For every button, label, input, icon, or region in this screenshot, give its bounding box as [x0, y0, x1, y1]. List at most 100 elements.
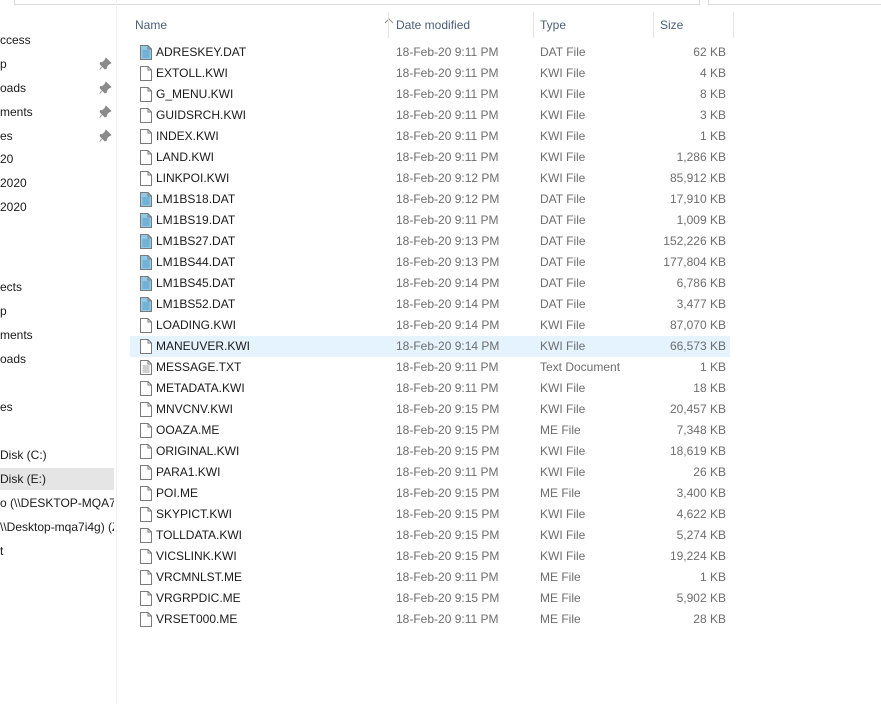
file-row[interactable]: LM1BS19.DAT 18-Feb-20 9:11 PM DAT File 1,00… — [130, 210, 730, 231]
nav-item-label: 20 — [0, 152, 14, 166]
file-row[interactable]: LAND.KWI 18-Feb-20 9:11 PM KWI File 1,286 K… — [130, 147, 730, 168]
column-type[interactable]: Type — [535, 12, 653, 38]
generic-file-icon — [140, 339, 152, 354]
column-size[interactable]: Size — [655, 12, 731, 38]
file-size: 7,348 KB — [676, 423, 726, 437]
file-row[interactable]: INDEX.KWI 18-Feb-20 9:11 PM KWI File 1 KB — [130, 126, 730, 147]
file-name: VRGRPDIC.ME — [156, 591, 241, 605]
file-name: LINKPOI.KWI — [156, 171, 230, 185]
file-type: ME File — [540, 423, 581, 437]
nav-item[interactable]: t — [0, 540, 114, 562]
nav-item[interactable]: oads — [0, 348, 114, 370]
file-name: INDEX.KWI — [156, 129, 219, 143]
file-row[interactable]: TOLLDATA.KWI 18-Feb-20 9:15 PM KWI File 5,2… — [130, 525, 730, 546]
nav-item-label: t — [0, 544, 4, 558]
file-row[interactable]: METADATA.KWI 18-Feb-20 9:11 PM KWI File 18 … — [130, 378, 730, 399]
dat-file-icon — [140, 255, 152, 270]
file-date-modified: 18-Feb-20 9:15 PM — [396, 591, 500, 605]
file-row[interactable]: PARA1.KWI 18-Feb-20 9:11 PM KWI File 26 KB — [130, 462, 730, 483]
file-row[interactable]: VRCMNLST.ME 18-Feb-20 9:11 PM ME File 1 KB — [130, 567, 730, 588]
column-divider[interactable] — [733, 12, 734, 38]
file-date-modified: 18-Feb-20 9:15 PM — [396, 549, 500, 563]
file-size: 3,477 KB — [676, 297, 726, 311]
file-type: KWI File — [540, 108, 586, 122]
generic-file-icon — [140, 570, 152, 585]
file-row[interactable]: ADRESKEY.DAT 18-Feb-20 9:11 PM DAT File 62 … — [130, 42, 730, 63]
nav-item[interactable]: p — [0, 300, 114, 322]
file-size: 4 KB — [699, 66, 726, 80]
file-row[interactable]: MNVCNV.KWI 18-Feb-20 9:15 PM KWI File 20,45… — [130, 399, 730, 420]
nav-item[interactable]: oads — [0, 77, 114, 99]
file-type: KWI File — [540, 66, 586, 80]
file-row[interactable]: VRGRPDIC.ME 18-Feb-20 9:15 PM ME File 5,902… — [130, 588, 730, 609]
file-size: 1 KB — [699, 360, 726, 374]
text-document-icon — [140, 360, 152, 375]
file-row[interactable]: LM1BS27.DAT 18-Feb-20 9:13 PM DAT File 152,… — [130, 231, 730, 252]
nav-item[interactable]: p — [0, 53, 114, 75]
file-type: ME File — [540, 486, 581, 500]
file-name: LM1BS27.DAT — [156, 234, 236, 248]
column-divider[interactable] — [533, 12, 534, 38]
nav-item[interactable]: 20 — [0, 148, 114, 170]
nav-item-label: ccess — [0, 33, 31, 47]
file-date-modified: 18-Feb-20 9:13 PM — [396, 255, 500, 269]
nav-item-label: Disk (C:) — [0, 448, 47, 462]
file-row[interactable]: LINKPOI.KWI 18-Feb-20 9:12 PM KWI File 85,9… — [130, 168, 730, 189]
column-divider[interactable] — [388, 12, 389, 38]
file-row[interactable]: VICSLINK.KWI 18-Feb-20 9:15 PM KWI File 19,… — [130, 546, 730, 567]
file-row[interactable]: ORIGINAL.KWI 18-Feb-20 9:15 PM KWI File 18,… — [130, 441, 730, 462]
file-size: 26 KB — [693, 465, 726, 479]
file-row[interactable]: OOAZA.ME 18-Feb-20 9:15 PM ME File 7,348 KB — [130, 420, 730, 441]
file-name: METADATA.KWI — [156, 381, 245, 395]
search-input[interactable] — [708, 0, 881, 5]
column-divider[interactable] — [653, 12, 654, 38]
nav-item[interactable]: ects — [0, 276, 114, 298]
file-name: LM1BS18.DAT — [156, 192, 236, 206]
nav-item[interactable]: ments — [0, 324, 114, 346]
file-size: 152,226 KB — [663, 234, 726, 248]
generic-file-icon — [140, 108, 152, 123]
nav-item[interactable]: ments — [0, 101, 114, 123]
nav-item[interactable]: 2020 — [0, 172, 114, 194]
file-type: KWI File — [540, 87, 586, 101]
file-row[interactable]: MESSAGE.TXT 18-Feb-20 9:11 PM Text Documen… — [130, 357, 730, 378]
file-row[interactable]: EXTOLL.KWI 18-Feb-20 9:11 PM KWI File 4 KB — [130, 63, 730, 84]
file-date-modified: 18-Feb-20 9:11 PM — [396, 87, 499, 101]
file-row[interactable]: LM1BS45.DAT 18-Feb-20 9:14 PM DAT File 6,78… — [130, 273, 730, 294]
nav-item[interactable]: Disk (C:) — [0, 444, 114, 466]
file-type: Text Document — [540, 360, 621, 374]
column-name[interactable]: Name — [130, 12, 388, 38]
file-size: 85,912 KB — [669, 171, 726, 185]
nav-item[interactable]: Disk (E:) — [0, 468, 114, 490]
generic-file-icon — [140, 150, 152, 165]
generic-file-icon — [140, 129, 152, 144]
nav-item[interactable]: es — [0, 125, 114, 147]
file-row[interactable]: LM1BS18.DAT 18-Feb-20 9:12 PM DAT File 17,9… — [130, 189, 730, 210]
file-date-modified: 18-Feb-20 9:11 PM — [396, 66, 499, 80]
nav-item[interactable]: 2020 — [0, 196, 114, 218]
file-row[interactable]: SKYPICT.KWI 18-Feb-20 9:15 PM KWI File 4,62… — [130, 504, 730, 525]
nav-item[interactable]: o (\\DESKTOP-MQA7I4 — [0, 492, 114, 514]
nav-item[interactable]: \\Desktop-mqa7i4g) (Z — [0, 516, 114, 538]
file-row[interactable]: LOADING.KWI 18-Feb-20 9:14 PM KWI File 87,0… — [130, 315, 730, 336]
file-name: LM1BS52.DAT — [156, 297, 236, 311]
file-row[interactable]: GUIDSRCH.KWI 18-Feb-20 9:11 PM KWI File 3 K… — [130, 105, 730, 126]
nav-item[interactable]: es — [0, 396, 114, 418]
top-bar — [0, 0, 881, 6]
file-size: 1 KB — [699, 570, 726, 584]
file-row[interactable]: G_MENU.KWI 18-Feb-20 9:11 PM KWI File 8 KB — [130, 84, 730, 105]
nav-item-label: \\Desktop-mqa7i4g) (Z — [0, 520, 114, 534]
generic-file-icon — [140, 402, 152, 417]
nav-item[interactable]: ccess — [0, 29, 114, 51]
file-row[interactable]: LM1BS52.DAT 18-Feb-20 9:14 PM DAT File 3,47… — [130, 294, 730, 315]
file-type: DAT File — [540, 276, 586, 290]
column-date-modified[interactable]: Date modified — [391, 12, 533, 38]
file-row[interactable]: POI.ME 18-Feb-20 9:15 PM ME File 3,400 KB — [130, 483, 730, 504]
file-name: LM1BS19.DAT — [156, 213, 236, 227]
file-date-modified: 18-Feb-20 9:15 PM — [396, 444, 500, 458]
file-row[interactable]: LM1BS44.DAT 18-Feb-20 9:13 PM DAT File 177,… — [130, 252, 730, 273]
nav-item-label: oads — [0, 81, 27, 95]
file-row[interactable]: VRSET000.ME 18-Feb-20 9:11 PM ME File 28 KB — [130, 609, 730, 630]
generic-file-icon — [140, 171, 152, 186]
file-row[interactable]: MANEUVER.KWI 18-Feb-20 9:14 PM KWI File 66,… — [130, 336, 730, 357]
